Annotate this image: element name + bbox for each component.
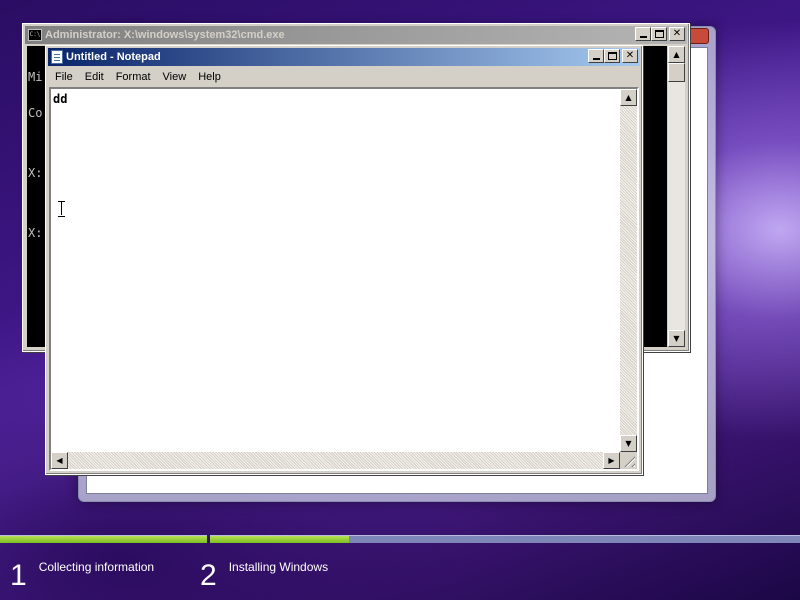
close-icon: ✕: [672, 28, 682, 39]
cmd-vertical-scrollbar[interactable]: ▲ ▼: [668, 46, 685, 347]
notepad-text: dd: [53, 92, 68, 106]
progress-fill-2: [210, 536, 349, 543]
notepad-title: Untitled - Notepad: [66, 51, 161, 63]
ibeam-cursor-icon: [58, 201, 65, 217]
scroll-up-button[interactable]: ▲: [620, 89, 637, 106]
arrow-up-icon: ▲: [625, 92, 632, 102]
cmd-close-button[interactable]: ✕: [669, 27, 685, 41]
notepad-vertical-scrollbar[interactable]: ▲ ▼: [620, 89, 637, 452]
scroll-left-button[interactable]: ◀: [51, 452, 68, 469]
menu-help[interactable]: Help: [192, 68, 227, 86]
close-icon: ✕: [625, 50, 635, 61]
progress-fill-1: [0, 536, 207, 543]
scroll-down-button[interactable]: ▼: [668, 330, 685, 347]
menu-view[interactable]: View: [157, 68, 193, 86]
cmd-title: Administrator: X:\windows\system32\cmd.e…: [45, 29, 285, 41]
notepad-window[interactable]: Untitled - Notepad ✕ File Edit Format Vi…: [45, 45, 643, 475]
notepad-horizontal-scrollbar[interactable]: ◀ ▶: [51, 452, 620, 469]
scroll-thumb[interactable]: [668, 63, 685, 82]
notepad-maximize-button[interactable]: [604, 49, 620, 63]
scroll-up-button[interactable]: ▲: [668, 46, 685, 63]
cmd-maximize-button[interactable]: [651, 27, 667, 41]
scroll-right-button[interactable]: ▶: [603, 452, 620, 469]
size-grip-icon[interactable]: [620, 452, 637, 469]
menu-format[interactable]: Format: [110, 68, 157, 86]
notepad-titlebar[interactable]: Untitled - Notepad ✕: [48, 48, 640, 66]
maximize-icon: [654, 30, 664, 38]
arrow-right-icon: ▶: [608, 455, 615, 465]
notepad-icon: [51, 50, 63, 64]
notepad-menubar: File Edit Format View Help: [49, 68, 639, 86]
notepad-minimize-button[interactable]: [588, 49, 604, 63]
step-label: Collecting information: [38, 560, 155, 574]
menu-edit[interactable]: Edit: [79, 68, 110, 86]
notepad-text-area[interactable]: dd ▲ ▼ ◀ ▶: [49, 87, 639, 471]
minimize-icon: [639, 36, 647, 38]
progress-segment-2: [210, 535, 800, 543]
maximize-icon: [607, 52, 617, 60]
step-label: Installing Windows: [228, 560, 329, 574]
cmd-titlebar[interactable]: C:\ Administrator: X:\windows\system32\c…: [25, 26, 687, 44]
step-number: 1: [10, 559, 27, 592]
scroll-down-button[interactable]: ▼: [620, 435, 637, 452]
notepad-title-buttons: ✕: [588, 49, 638, 63]
arrow-up-icon: ▲: [673, 49, 680, 59]
setup-step-2: 2 Installing Windows: [200, 558, 328, 594]
notepad-close-button[interactable]: ✕: [622, 49, 638, 63]
cmd-icon: C:\: [28, 29, 42, 41]
step-number: 2: [200, 559, 217, 592]
minimize-icon: [592, 58, 600, 60]
arrow-down-icon: ▼: [673, 333, 680, 343]
setup-progress-bar: [0, 535, 800, 543]
cmd-title-buttons: ✕: [635, 27, 685, 41]
arrow-down-icon: ▼: [625, 438, 632, 448]
setup-step-1: 1 Collecting information: [10, 558, 154, 594]
menu-file[interactable]: File: [49, 68, 79, 86]
arrow-left-icon: ◀: [56, 455, 63, 465]
progress-segment-1: [0, 535, 207, 543]
cmd-minimize-button[interactable]: [635, 27, 651, 41]
